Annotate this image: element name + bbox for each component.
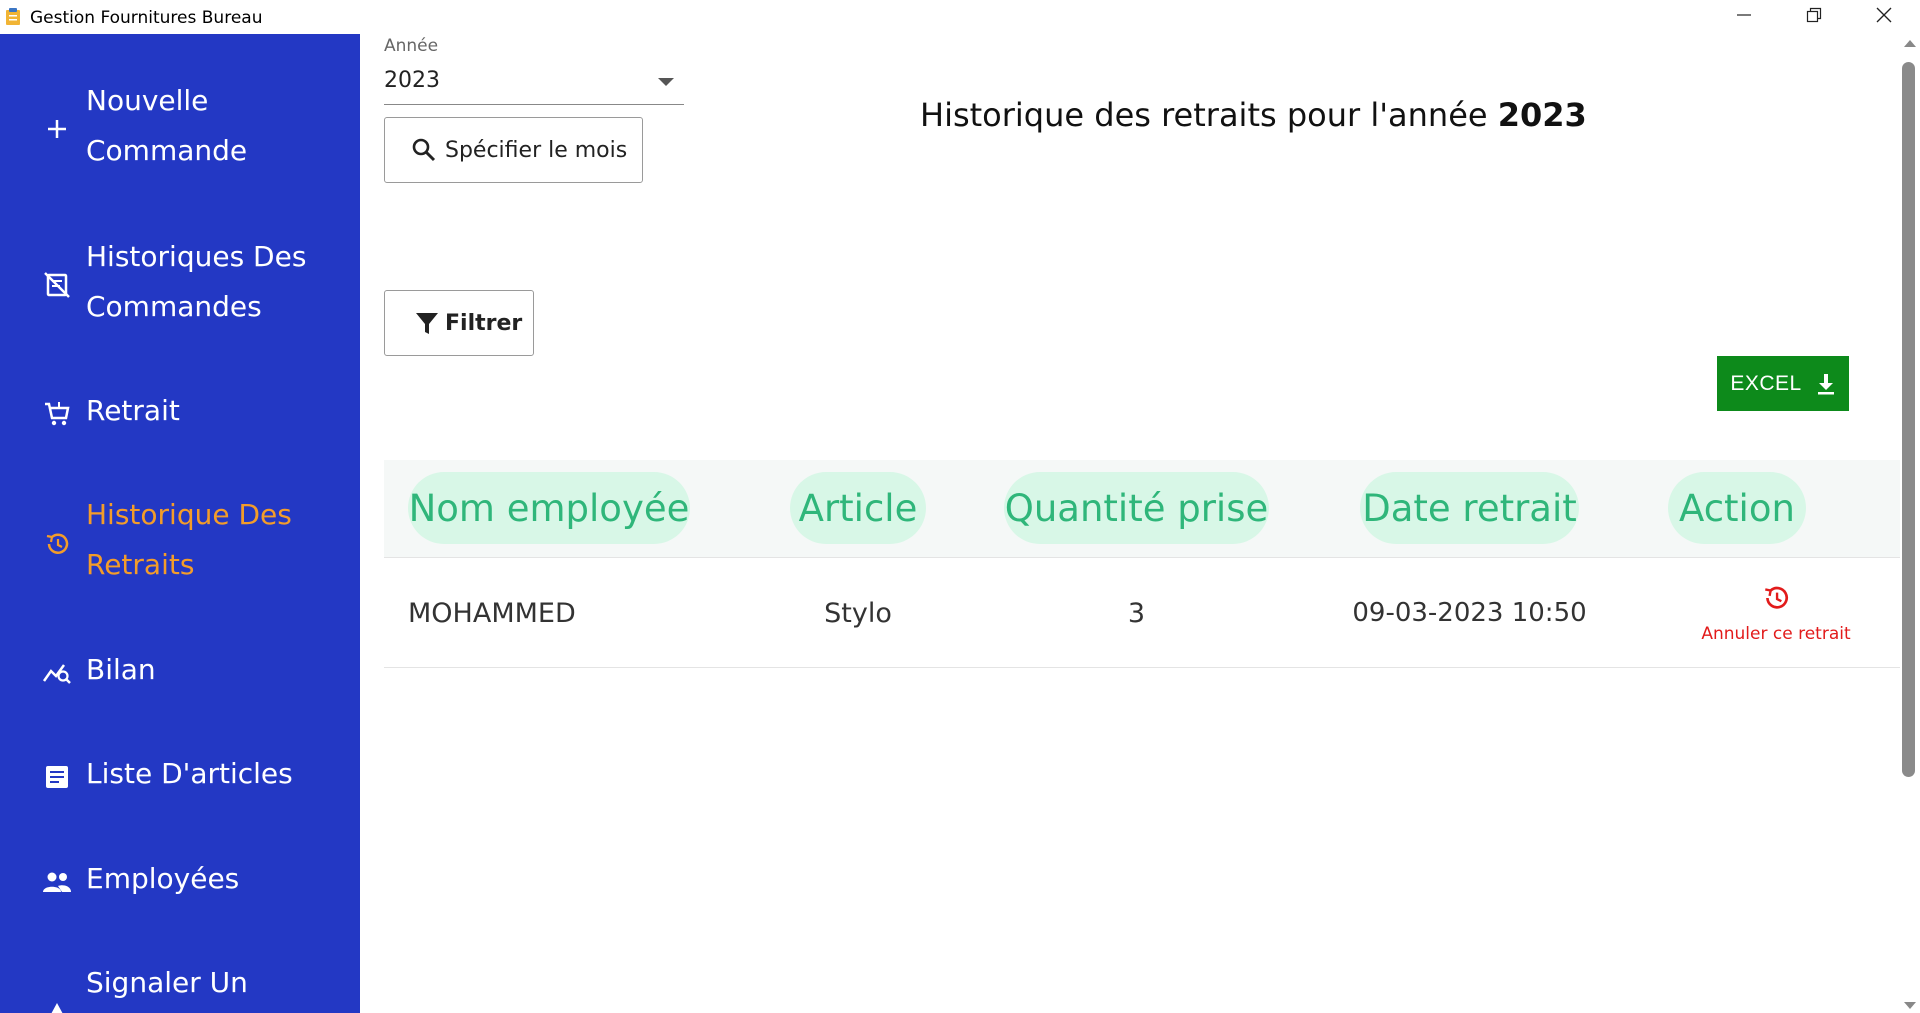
sidebar-item-employees[interactable]: Employées xyxy=(0,854,360,910)
filter-button[interactable]: Filtrer xyxy=(384,290,534,356)
year-select[interactable]: Année 2023 xyxy=(384,34,684,106)
warning-icon xyxy=(40,998,74,1013)
title-bar: Gestion Fournitures Bureau xyxy=(0,0,1920,34)
close-button[interactable] xyxy=(1849,0,1919,34)
sidebar-label-line: Historique Des xyxy=(86,498,292,531)
sidebar-label-line: Bilan xyxy=(86,653,156,686)
cell-article: Stylo xyxy=(824,597,892,629)
plus-icon xyxy=(40,112,74,146)
window-title: Gestion Fournitures Bureau xyxy=(30,8,263,28)
cell-date: 09-03-2023 10:50 xyxy=(1352,598,1587,628)
year-label: Année xyxy=(384,36,439,56)
excel-label: EXCEL xyxy=(1730,371,1802,395)
sidebar-item-retrait[interactable]: Retrait xyxy=(0,386,360,442)
cell-quantite: 3 xyxy=(1127,597,1146,629)
sidebar-item-label: Historiques Des Commandes xyxy=(86,232,346,332)
cancel-withdrawal-label: Annuler ce retrait xyxy=(1701,623,1851,644)
maximize-button[interactable] xyxy=(1779,0,1849,34)
excel-export-button[interactable]: EXCEL xyxy=(1717,356,1849,411)
sidebar-item-label: Signaler Un xyxy=(86,958,346,1008)
sidebar-item-historique-retraits[interactable]: Historique Des Retraits xyxy=(0,490,360,598)
close-icon xyxy=(1876,7,1892,28)
article-icon xyxy=(40,760,74,794)
column-header-nom[interactable]: Nom employée xyxy=(408,472,690,544)
clipboard-icon xyxy=(4,8,22,26)
column-header-action: Action xyxy=(1668,472,1806,544)
main-content: Année 2023 Spécifier le mois Historique … xyxy=(360,34,1900,1013)
page-title: Historique des retraits pour l'année 202… xyxy=(920,96,1587,134)
sidebar-label-line: Commandes xyxy=(86,290,262,323)
download-icon xyxy=(1816,373,1836,395)
sidebar-item-liste-articles[interactable]: Liste D'articles xyxy=(0,749,360,805)
page-title-prefix: Historique des retraits pour l'année xyxy=(920,96,1498,134)
table-header: Nom employée Article Quantité prise Date… xyxy=(384,460,1900,558)
column-header-quantite[interactable]: Quantité prise xyxy=(1004,472,1269,544)
select-underline xyxy=(384,104,684,105)
specify-month-button[interactable]: Spécifier le mois xyxy=(384,117,643,183)
cancel-withdrawal-button[interactable]: Annuler ce retrait xyxy=(1668,558,1884,668)
analytics-icon xyxy=(40,656,74,690)
specify-month-label: Spécifier le mois xyxy=(445,137,628,163)
scroll-up-icon[interactable] xyxy=(1904,40,1916,47)
sidebar-item-label: Nouvelle Commande xyxy=(86,76,346,176)
sidebar-label-line: Retrait xyxy=(86,394,180,427)
search-icon xyxy=(411,137,437,163)
sidebar-label-line: Historiques Des xyxy=(86,240,307,273)
sidebar-item-label: Bilan xyxy=(86,645,346,695)
filter-label: Filtrer xyxy=(445,310,523,336)
year-value: 2023 xyxy=(384,68,440,93)
sidebar-label-line: Nouvelle xyxy=(86,84,209,117)
history-icon xyxy=(1761,583,1791,620)
people-icon xyxy=(40,865,74,899)
sidebar-label-line: Liste D'articles xyxy=(86,757,293,790)
chevron-down-icon xyxy=(658,78,674,86)
history-icon xyxy=(40,527,74,561)
cart-icon xyxy=(40,397,74,431)
minimize-icon xyxy=(1736,7,1752,28)
sidebar-item-label: Employées xyxy=(86,854,346,904)
sidebar-item-bilan[interactable]: Bilan xyxy=(0,645,360,701)
filter-icon xyxy=(415,311,439,335)
withdrawals-table: Nom employée Article Quantité prise Date… xyxy=(384,460,1900,668)
sidebar-item-label: Liste D'articles xyxy=(86,749,346,799)
sidebar-item-label: Retrait xyxy=(86,386,346,436)
sidebar-item-historiques-commandes[interactable]: Historiques Des Commandes xyxy=(0,232,360,340)
column-header-date[interactable]: Date retrait xyxy=(1360,472,1579,544)
vertical-scrollbar[interactable] xyxy=(1900,34,1920,1013)
sidebar-item-nouvelle-commande[interactable]: Nouvelle Commande xyxy=(0,76,360,184)
minimize-button[interactable] xyxy=(1709,0,1779,34)
scroll-down-icon[interactable] xyxy=(1904,1002,1916,1009)
table-row: MOHAMMED Stylo 3 09-03-2023 10:50 Annule… xyxy=(384,558,1900,668)
cell-nom: MOHAMMED xyxy=(408,597,576,629)
sidebar-item-signaler[interactable]: Signaler Un xyxy=(0,958,360,1013)
receipt-icon xyxy=(40,268,74,302)
sidebar: Nouvelle Commande Historiques Des Comman… xyxy=(0,34,360,1013)
column-header-article[interactable]: Article xyxy=(790,472,926,544)
scrollbar-thumb[interactable] xyxy=(1902,62,1915,777)
sidebar-item-label: Historique Des Retraits xyxy=(86,490,346,590)
restore-icon xyxy=(1806,7,1822,28)
sidebar-label-line: Retraits xyxy=(86,548,195,581)
sidebar-label-line: Signaler Un xyxy=(86,966,248,999)
page-title-year: 2023 xyxy=(1497,96,1587,134)
sidebar-label-line: Commande xyxy=(86,134,248,167)
sidebar-label-line: Employées xyxy=(86,862,240,895)
